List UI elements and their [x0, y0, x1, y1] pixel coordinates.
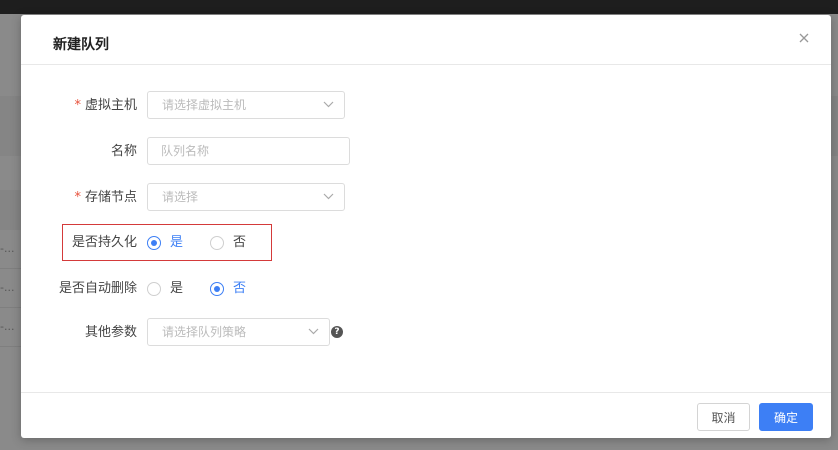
auto-delete-label: 是否自动删除 — [58, 281, 137, 296]
name-input[interactable] — [148, 138, 349, 164]
background-row: -... — [0, 230, 22, 269]
dialog-header: 新建队列 — [21, 15, 831, 65]
required-mark: * — [74, 98, 81, 113]
name-row: 名称 — [21, 137, 831, 167]
question-circle-icon[interactable]: ? — [331, 326, 343, 338]
storage-select[interactable]: 请选择 — [147, 183, 345, 211]
auto-delete-radio-yes[interactable] — [147, 282, 161, 296]
vm-label: * 虚拟主机 — [74, 98, 137, 113]
auto-delete-radio-no[interactable] — [210, 282, 224, 296]
name-field-wrapper — [147, 137, 350, 165]
required-mark: * — [74, 190, 81, 205]
auto-delete-row: 是否自动删除 是 否 — [21, 274, 831, 304]
durable-radio-yes[interactable] — [147, 236, 161, 250]
params-placeholder: 请选择队列策略 — [162, 325, 247, 339]
durable-option-yes[interactable]: 是 — [170, 228, 183, 258]
close-icon[interactable] — [797, 31, 811, 45]
name-label: 名称 — [110, 144, 137, 159]
vm-select[interactable]: 请选择虚拟主机 — [147, 91, 345, 119]
params-label: 其他参数 — [84, 325, 137, 340]
vm-row: * 虚拟主机 请选择虚拟主机 — [21, 91, 831, 121]
chevron-down-icon — [323, 101, 334, 108]
cancel-button[interactable]: 取消 — [697, 403, 750, 431]
params-row: 其他参数 请选择队列策略 ? — [21, 318, 831, 348]
background-row: -... — [0, 308, 22, 347]
durable-row: 是否持久化 是 否 — [21, 228, 831, 258]
auto-delete-option-yes[interactable]: 是 — [170, 274, 183, 304]
auto-delete-option-no[interactable]: 否 — [233, 274, 246, 304]
storage-placeholder: 请选择 — [162, 190, 199, 204]
storage-row: * 存储节点 请选择 — [21, 183, 831, 213]
create-queue-dialog: 新建队列 *虚拟主机 请选择虚拟主机 名称 *存储节点 请选择 是否持久化 是 — [21, 15, 831, 438]
params-select[interactable]: 请选择队列策略 — [147, 318, 330, 346]
chevron-down-icon — [308, 328, 319, 335]
background-topbar — [0, 0, 838, 14]
durable-option-no[interactable]: 否 — [233, 228, 246, 258]
background-row: -... — [0, 269, 22, 308]
chevron-down-icon — [323, 193, 334, 200]
dialog-footer: 取消 确定 — [21, 392, 831, 439]
durable-label: 是否持久化 — [71, 235, 137, 250]
dialog-title: 新建队列 — [53, 37, 109, 53]
durable-radio-no[interactable] — [210, 236, 224, 250]
confirm-button[interactable]: 确定 — [759, 403, 813, 431]
vm-placeholder: 请选择虚拟主机 — [162, 98, 247, 112]
storage-label: * 存储节点 — [74, 190, 137, 205]
